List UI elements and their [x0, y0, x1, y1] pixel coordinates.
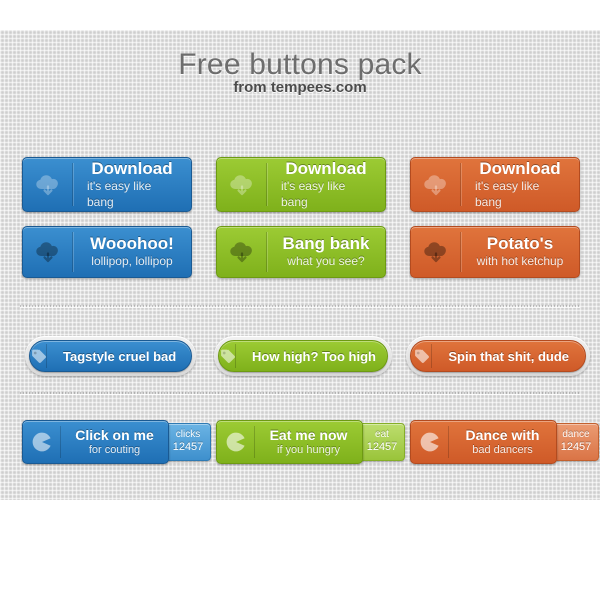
button-title: Potato's [486, 233, 554, 253]
tag-button-blue[interactable]: Tagstyle cruel bad [29, 340, 192, 372]
counter-button-label: Eat me now if you hungry [255, 421, 362, 463]
button-title: Download [91, 158, 173, 178]
page-title: Free buttons pack [178, 48, 422, 81]
counter-button-main[interactable]: Click on me for couting [22, 420, 169, 464]
counter-button-green[interactable]: Eat me now if you hungry eat 12457 [216, 420, 405, 464]
button-subtitle: what you see? [287, 254, 365, 269]
counter-badge-value: 12457 [560, 441, 592, 454]
counter-badge-label: clicks [175, 428, 201, 440]
tag-button-green[interactable]: How high? Too high [218, 340, 388, 372]
button-title: Bang bank [282, 233, 370, 253]
pacman-icon [411, 421, 449, 463]
download-button-label: Download it's easy like bang [73, 158, 191, 211]
tag-button-orange-frame: Spin that shit, dude [406, 336, 590, 376]
button-title: Eat me now [269, 426, 348, 443]
counter-badge-value: 12457 [172, 441, 204, 454]
counter-button-main[interactable]: Eat me now if you hungry [216, 420, 363, 464]
download-button-orange[interactable]: Download it's easy like bang [410, 157, 580, 212]
button-title: Click on me [75, 426, 154, 443]
fun-button-label: Bang bank what you see? [267, 227, 385, 277]
tag-button-label: How high? Too high [252, 348, 376, 364]
button-title: Download [479, 158, 561, 178]
fun-button-label: Potato's with hot ketchup [461, 227, 579, 277]
counter-button-label: Dance with bad dancers [449, 421, 556, 463]
cloud-download-icon [23, 158, 73, 211]
counter-badge-label: dance [562, 428, 590, 440]
counter-button-label: Click on me for couting [61, 421, 168, 463]
tag-button-label: Spin that shit, dude [448, 348, 569, 364]
button-subtitle: it's easy like bang [281, 179, 346, 209]
counter-badge: clicks 12457 [165, 423, 211, 461]
fun-button-label: Wooohoo! lollipop, lollipop [73, 227, 191, 277]
cloud-download-icon [217, 158, 267, 211]
button-title: Wooohoo! [90, 233, 174, 253]
fun-button-green[interactable]: Bang bank what you see? [216, 226, 386, 278]
download-button-blue[interactable]: Download it's easy like bang [22, 157, 192, 212]
counter-button-main[interactable]: Dance with bad dancers [410, 420, 557, 464]
page-subtitle: from tempees.com [233, 79, 367, 96]
button-subtitle: lollipop, lollipop [91, 254, 173, 269]
counter-badge-value: 12457 [366, 441, 398, 454]
tag-icon [30, 341, 47, 371]
download-button-label: Download it's easy like bang [267, 158, 385, 211]
cloud-download-icon [411, 227, 461, 277]
fun-button-blue[interactable]: Wooohoo! lollipop, lollipop [22, 226, 192, 278]
section-divider-2 [20, 392, 580, 394]
counter-badge: eat 12457 [359, 423, 405, 461]
button-subtitle: bad dancers [472, 443, 533, 456]
button-subtitle: with hot ketchup [476, 254, 564, 269]
pacman-icon [217, 421, 255, 463]
button-subtitle: if you hungry [277, 443, 340, 456]
tag-button-label: Tagstyle cruel bad [63, 348, 177, 364]
counter-button-blue[interactable]: Click on me for couting clicks 12457 [22, 420, 211, 464]
tag-button-blue-frame: Tagstyle cruel bad [25, 336, 196, 376]
tag-icon [411, 341, 433, 371]
tag-icon [219, 341, 236, 371]
button-subtitle: for couting [88, 443, 141, 456]
fun-button-orange[interactable]: Potato's with hot ketchup [410, 226, 580, 278]
counter-badge: dance 12457 [553, 423, 599, 461]
button-title: Download [285, 158, 367, 178]
tag-button-green-frame: How high? Too high [214, 336, 392, 376]
tag-button-orange[interactable]: Spin that shit, dude [410, 340, 586, 372]
cloud-download-icon [23, 227, 73, 277]
counter-badge-label: eat [375, 428, 389, 440]
pacman-icon [23, 421, 61, 463]
button-title: Dance with [465, 426, 540, 443]
counter-button-orange[interactable]: Dance with bad dancers dance 12457 [410, 420, 599, 464]
section-divider-1 [20, 305, 580, 307]
download-button-green[interactable]: Download it's easy like bang [216, 157, 386, 212]
download-button-label: Download it's easy like bang [461, 158, 579, 211]
cloud-download-icon [411, 158, 461, 211]
button-subtitle: it's easy like bang [87, 179, 152, 209]
cloud-download-icon [217, 227, 267, 277]
button-subtitle: it's easy like bang [475, 179, 540, 209]
